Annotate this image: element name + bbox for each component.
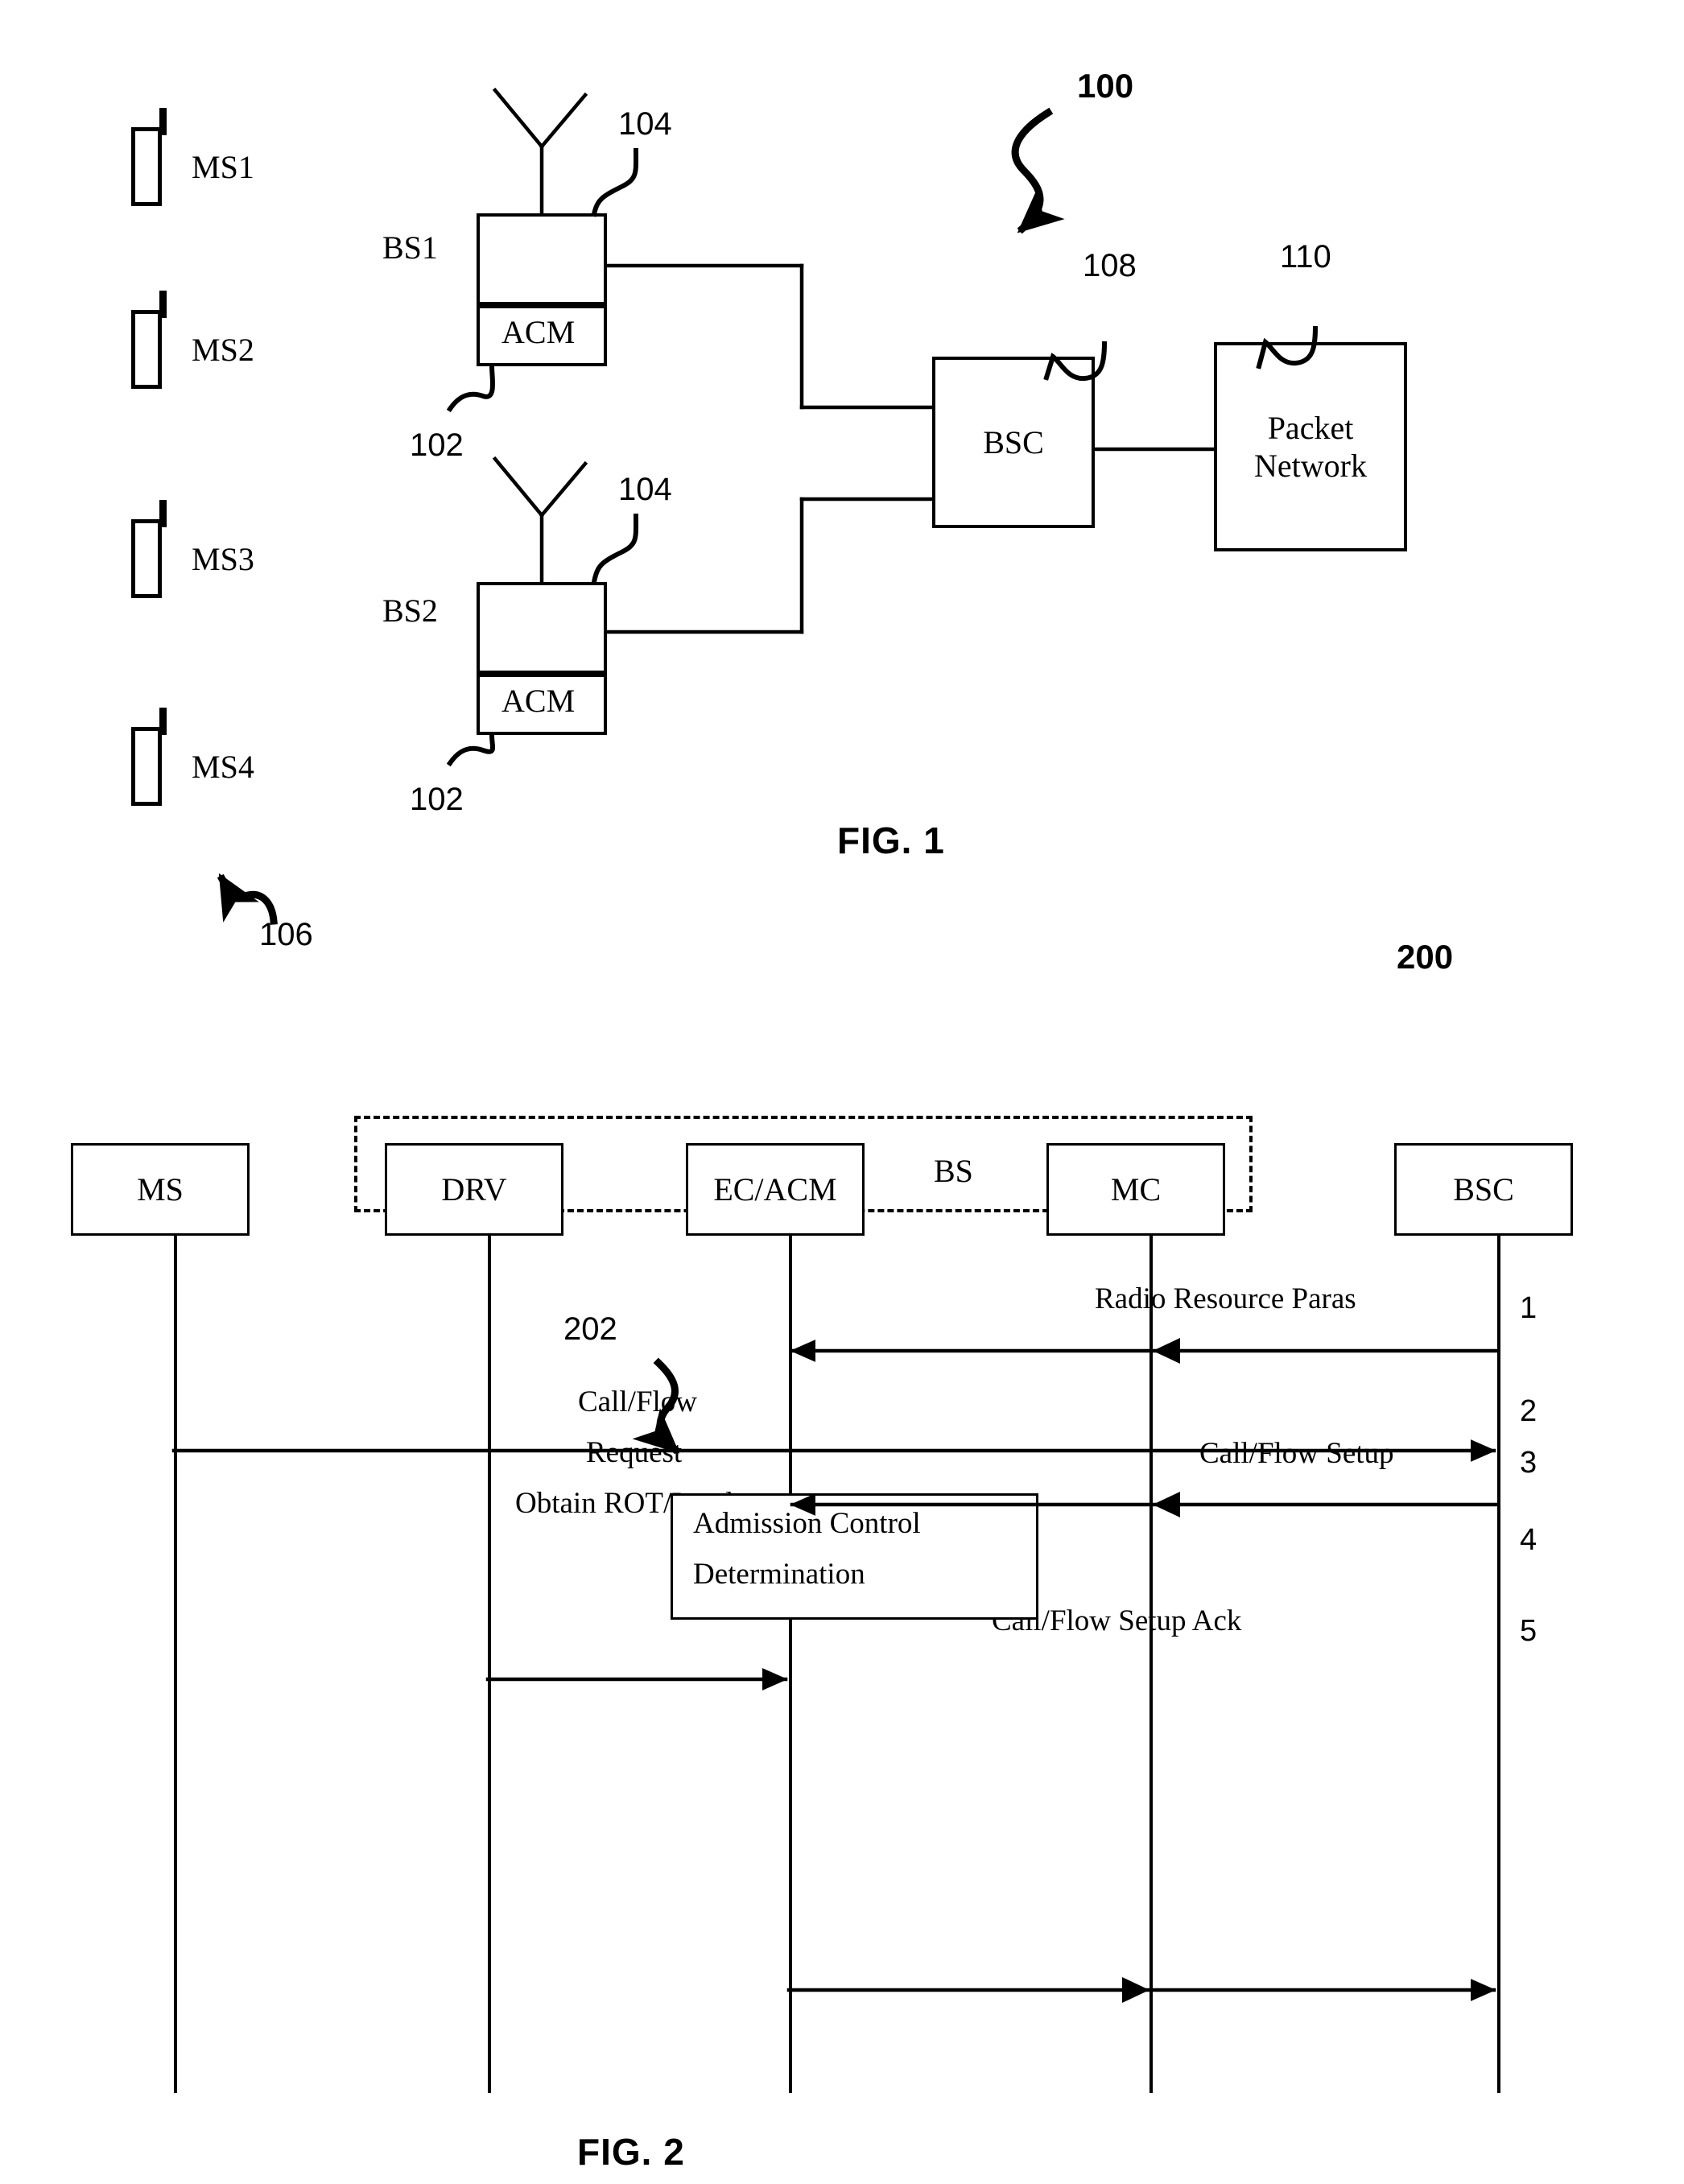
packet-network-label-line2: Network bbox=[1254, 448, 1367, 484]
step-number-5: 5 bbox=[1520, 1614, 1537, 1648]
lifeline-line bbox=[1497, 1236, 1500, 2093]
reference-numeral-202: 202 bbox=[563, 1311, 617, 1347]
reference-numeral-104: 104 bbox=[618, 106, 672, 142]
reference-numeral-102: 102 bbox=[410, 782, 464, 817]
mobile-station-label: MS4 bbox=[192, 749, 254, 785]
reference-numeral-100: 100 bbox=[1077, 67, 1134, 105]
figure-1-caption: FIG. 1 bbox=[837, 820, 945, 861]
antenna-stub-icon bbox=[159, 708, 167, 735]
figure-2-caption: FIG. 2 bbox=[577, 2131, 685, 2173]
packet-network-label-line1: Packet bbox=[1267, 409, 1354, 446]
reference-numeral-102: 102 bbox=[410, 427, 464, 463]
lifeline-label: MS bbox=[137, 1170, 184, 1208]
figure-1: MS1 MS2 MS3 MS4 106 BS1 ACM 104 102 BS2 … bbox=[0, 0, 1684, 952]
lifeline-line bbox=[789, 1236, 792, 2093]
acm-module-label: ACM bbox=[501, 314, 576, 350]
patent-figure-sheet: MS1 MS2 MS3 MS4 106 BS1 ACM 104 102 BS2 … bbox=[0, 0, 1684, 2184]
base-station-label: BS2 bbox=[382, 592, 438, 629]
step-number-3: 3 bbox=[1520, 1446, 1537, 1480]
activity-box-line2: Determination bbox=[693, 1558, 865, 1591]
base-station-label: BS1 bbox=[382, 229, 438, 266]
lifeline-label: EC/ACM bbox=[713, 1170, 837, 1208]
reference-numeral-108: 108 bbox=[1083, 248, 1137, 283]
lifeline-label: MC bbox=[1110, 1170, 1162, 1208]
step-number-4: 4 bbox=[1520, 1523, 1537, 1557]
antenna-stub-icon bbox=[159, 291, 167, 318]
acm-module-label: ACM bbox=[501, 683, 576, 719]
mobile-station-label: MS1 bbox=[192, 149, 254, 185]
lifeline-label: BSC bbox=[1453, 1170, 1514, 1208]
reference-numeral-110: 110 bbox=[1280, 239, 1331, 275]
message-label-2-line1: Call/Flow bbox=[578, 1385, 698, 1418]
reference-numeral-104: 104 bbox=[618, 472, 672, 507]
figure-2: 200 BS MS DRV EC/ACM MC BSC Radio Resour… bbox=[0, 902, 1684, 2184]
lifeline-label: DRV bbox=[441, 1170, 507, 1208]
activity-box-line1: Admission Control bbox=[693, 1507, 921, 1540]
message-label-1: Radio Resource Paras bbox=[1095, 1282, 1356, 1315]
lifeline-line bbox=[174, 1236, 177, 2093]
reference-numeral-200: 200 bbox=[1397, 938, 1454, 976]
antenna-stub-icon bbox=[159, 108, 167, 135]
mobile-station-icon bbox=[131, 310, 162, 389]
antenna-stub-icon bbox=[159, 500, 167, 527]
mobile-station-icon bbox=[131, 127, 162, 206]
mobile-station-label: MS3 bbox=[192, 541, 254, 577]
mobile-station-label: MS2 bbox=[192, 332, 254, 368]
message-label-2-line2: Request bbox=[586, 1436, 683, 1469]
mobile-station-icon bbox=[131, 727, 162, 806]
base-station-box bbox=[477, 582, 607, 674]
message-label-3: Call/Flow Setup bbox=[1199, 1437, 1394, 1470]
step-number-2: 2 bbox=[1520, 1394, 1537, 1428]
base-station-box bbox=[477, 213, 607, 305]
mobile-station-icon bbox=[131, 519, 162, 598]
bs-group-label: BS bbox=[934, 1153, 973, 1189]
step-number-1: 1 bbox=[1520, 1291, 1537, 1325]
bsc-label: BSC bbox=[983, 423, 1044, 460]
lifeline-line bbox=[1149, 1236, 1153, 2093]
lifeline-line bbox=[488, 1236, 491, 2093]
packet-network-label: Packet Network bbox=[1214, 342, 1407, 551]
